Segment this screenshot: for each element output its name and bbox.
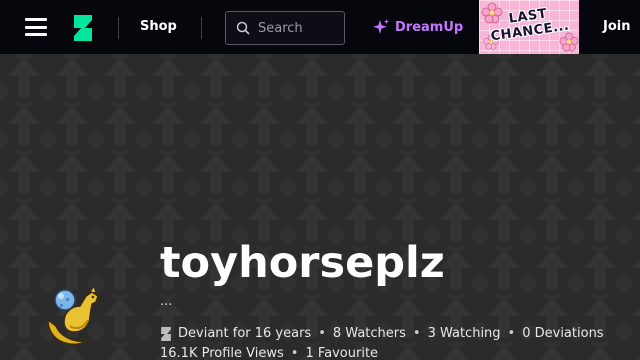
shop-link[interactable]: Shop bbox=[140, 0, 177, 54]
separator-dot: • bbox=[290, 346, 299, 360]
promo-banner[interactable]: LAST CHANCE... bbox=[479, 0, 579, 54]
profile-tagline: ... bbox=[160, 294, 173, 309]
dreamup-link[interactable]: DreamUp bbox=[372, 0, 463, 54]
separator-dot: • bbox=[412, 326, 421, 341]
watching-count[interactable]: 3 Watching bbox=[428, 324, 501, 344]
profile-views-count: 16.1K Profile Views bbox=[160, 346, 284, 360]
deviations-count[interactable]: 0 Deviations bbox=[522, 324, 603, 344]
join-button[interactable]: Join bbox=[603, 0, 630, 54]
top-navigation-bar: Shop DreamUp bbox=[0, 0, 640, 54]
nav-divider bbox=[118, 17, 119, 39]
dreamup-label: DreamUp bbox=[395, 19, 464, 35]
nav-divider bbox=[201, 17, 202, 39]
separator-dot: • bbox=[318, 326, 326, 341]
search-icon bbox=[236, 21, 250, 35]
profile-stats: Deviant for 16 years • 8 Watchers • 3 Wa… bbox=[160, 324, 630, 360]
search-box[interactable] bbox=[225, 11, 345, 45]
deviantart-logo-icon bbox=[161, 327, 171, 341]
search-input[interactable] bbox=[258, 20, 342, 36]
blossom-icon bbox=[559, 32, 579, 52]
deviant-duration: Deviant for 16 years bbox=[178, 326, 312, 341]
sparkle-icon bbox=[373, 19, 389, 34]
favourites-count[interactable]: 1 Favourite bbox=[305, 344, 378, 360]
profile-username: toyhorseplz bbox=[160, 238, 445, 288]
separator-dot: • bbox=[507, 326, 516, 341]
watchers-count[interactable]: 8 Watchers bbox=[333, 324, 406, 344]
avatar[interactable] bbox=[42, 282, 114, 354]
deviantart-logo-icon[interactable] bbox=[72, 15, 94, 41]
menu-icon[interactable] bbox=[25, 18, 47, 36]
